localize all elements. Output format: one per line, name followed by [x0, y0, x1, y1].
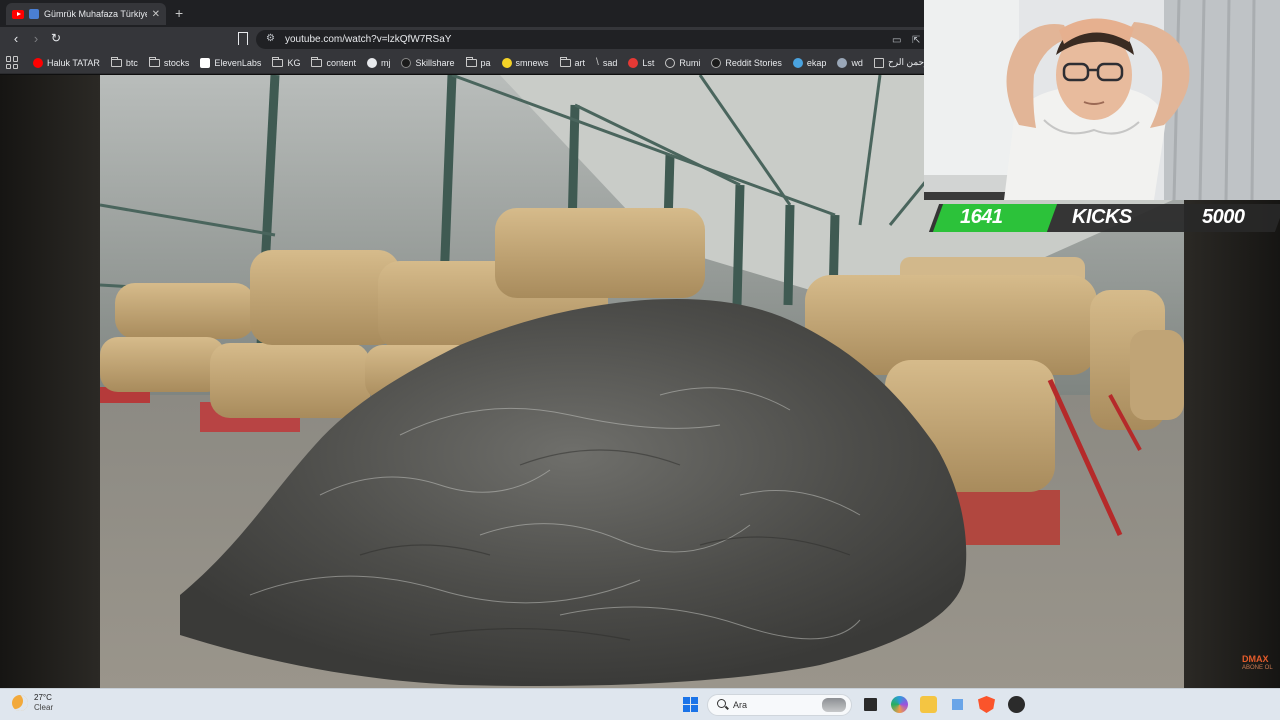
bookmark-item[interactable]: Skillshare	[401, 57, 455, 68]
reload-icon[interactable]: ↻	[48, 31, 64, 45]
bookmark-item[interactable]: Rumi	[665, 57, 700, 68]
kicks-goal: 5000	[1202, 206, 1245, 228]
youtube-icon	[33, 57, 43, 68]
folder-icon	[559, 56, 571, 67]
apps-grid-icon[interactable]	[6, 56, 19, 69]
wd-icon	[837, 57, 848, 68]
webcam-overlay	[924, 0, 1280, 200]
bookmark-item[interactable]: ElevenLabs	[200, 57, 261, 68]
back-icon[interactable]: ‹	[8, 31, 24, 46]
copilot-icon[interactable]	[891, 696, 908, 713]
bookmark-item[interactable]: art	[559, 56, 585, 68]
bookmark-item[interactable]: smnews	[501, 57, 549, 68]
kicks-label: KICKS	[1072, 206, 1132, 228]
task-view-icon[interactable]	[862, 696, 879, 713]
cast-icon[interactable]: ▭	[892, 35, 901, 46]
video-pillarbox-left	[0, 75, 100, 688]
windows-start-icon[interactable]	[683, 697, 698, 712]
snipping-tool-icon[interactable]	[949, 696, 966, 713]
streamer-webcam-image	[924, 0, 1280, 200]
bookmark-item[interactable]: content	[311, 56, 356, 68]
forward-icon[interactable]: ›	[28, 31, 44, 46]
s-logo-icon	[628, 57, 639, 68]
browser-tab[interactable]: Gümrük Muhafaza Türkiye 33 ✕	[6, 3, 166, 25]
bookmark-item[interactable]: btc	[110, 56, 138, 68]
url-text[interactable]: youtube.com/watch?v=lzkQfW7RSaY	[285, 34, 451, 45]
skillshare-icon	[401, 57, 412, 68]
bookmark-icon[interactable]	[238, 32, 248, 45]
bookmark-item[interactable]: mj	[366, 57, 390, 68]
bookmark-item[interactable]: Haluk TATAR	[33, 57, 100, 68]
bookmark-item[interactable]: stocks	[148, 56, 189, 68]
screen: Gümrük Muhafaza Türkiye 33 ✕ + ‹ › ↻ ⚙ y…	[0, 0, 1280, 720]
folder-icon	[272, 56, 284, 67]
bookmark-item[interactable]: wd	[837, 57, 863, 68]
tab-title: Gümrük Muhafaza Türkiye 33	[44, 9, 147, 19]
moon-icon	[12, 695, 28, 711]
weather-widget[interactable]: 27°C Clear	[12, 693, 53, 713]
d-logo-icon	[711, 57, 722, 68]
youtube-icon	[12, 9, 24, 19]
temperature: 27°C	[34, 693, 52, 702]
bookmark-item[interactable]: KG	[272, 56, 300, 68]
elevenlabs-icon	[200, 57, 211, 68]
channel-logo: DMAX ABONE OL	[1242, 654, 1273, 672]
weather-condition: Clear	[34, 703, 54, 712]
file-explorer-icon[interactable]	[920, 696, 937, 713]
bookmark-item[interactable]: pa	[465, 56, 491, 68]
new-tab-button[interactable]: +	[175, 5, 183, 21]
kicks-count: 1641	[960, 206, 1003, 228]
search-highlight-icon	[822, 698, 846, 712]
folder-icon	[311, 56, 323, 67]
bird-icon	[792, 57, 803, 68]
bookmark-item[interactable]: Lst	[628, 57, 654, 68]
tab-group-icon	[29, 9, 39, 19]
close-tab-icon[interactable]: ✕	[152, 9, 160, 20]
taskbar-search[interactable]: Ara	[707, 694, 852, 716]
smiley-icon	[501, 57, 512, 68]
bookmark-item[interactable]: ekap	[792, 57, 826, 68]
search-placeholder[interactable]: Ara	[733, 700, 747, 710]
github-icon	[366, 57, 377, 68]
bookmark-item[interactable]: \ sad	[596, 57, 617, 68]
folder-icon	[148, 56, 160, 67]
folder-icon	[110, 56, 122, 67]
folder-icon	[465, 56, 477, 67]
globe-icon	[665, 57, 676, 68]
kicks-goal-bar: 1641 KICKS 5000	[928, 202, 1280, 234]
search-icon	[717, 699, 726, 708]
address-bar[interactable]: ⚙ youtube.com/watch?v=lzkQfW7RSaY ▭ ⇱	[256, 30, 936, 49]
bookmark-item[interactable]: Reddit Stories	[711, 57, 782, 68]
windows-taskbar: 27°C Clear Ara	[0, 688, 1280, 720]
site-info-icon[interactable]: ⚙	[266, 33, 275, 44]
quill-icon: \	[596, 57, 599, 68]
obs-icon[interactable]	[1008, 696, 1025, 713]
brave-browser-icon[interactable]	[978, 696, 995, 713]
document-icon	[873, 57, 884, 68]
share-icon[interactable]: ⇱	[912, 35, 920, 46]
